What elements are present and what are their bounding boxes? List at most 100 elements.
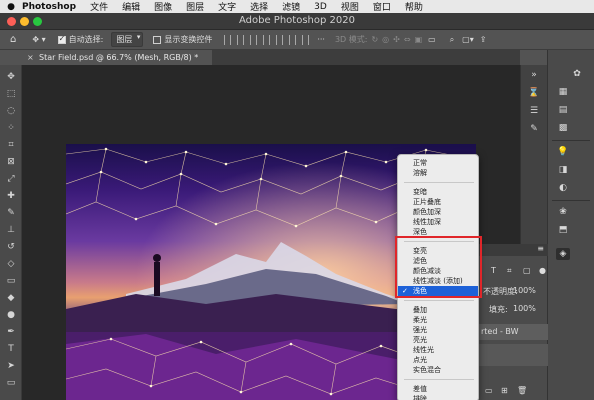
- history-brush-tool-icon[interactable]: ↺: [4, 240, 18, 254]
- filter-type-icon[interactable]: T: [491, 266, 496, 275]
- add-group-icon[interactable]: ▭: [485, 386, 493, 395]
- channels-panel-icon[interactable]: ❀: [556, 206, 570, 218]
- eyedropper-tool-icon[interactable]: ⤢: [4, 172, 18, 186]
- menu-app-name[interactable]: Photoshop: [22, 2, 76, 12]
- more-options-icon[interactable]: ···: [317, 35, 325, 44]
- gradients-panel-icon[interactable]: ▤: [556, 104, 570, 116]
- align-middle-icon[interactable]: [276, 34, 284, 45]
- menu-type[interactable]: 文字: [218, 0, 236, 13]
- layers-panel-icon[interactable]: ◈: [556, 248, 570, 260]
- blend-mode-item[interactable]: 点光: [398, 355, 478, 365]
- filter-smart-icon[interactable]: ▢: [523, 266, 531, 275]
- menu-window[interactable]: 窗口: [373, 0, 391, 13]
- close-tab-icon[interactable]: ×: [27, 50, 34, 65]
- adjustments-panel-icon[interactable]: ◨: [556, 164, 570, 176]
- align-left-icon[interactable]: [224, 34, 232, 45]
- home-icon[interactable]: ⌂: [10, 34, 16, 45]
- color-panel-icon[interactable]: ✿: [570, 68, 584, 80]
- healing-brush-tool-icon[interactable]: ✚: [4, 189, 18, 203]
- distribute-icon[interactable]: [302, 34, 310, 45]
- layer-row[interactable]: [477, 344, 548, 366]
- blend-mode-item[interactable]: 排除: [398, 394, 478, 400]
- menu-help[interactable]: 帮助: [405, 0, 423, 13]
- blend-mode-item[interactable]: 线性光: [398, 345, 478, 355]
- type-tool-icon[interactable]: T: [4, 342, 18, 356]
- blend-mode-item[interactable]: 线性加深: [398, 217, 478, 227]
- 3d-pan-icon[interactable]: ✣: [393, 35, 400, 44]
- brush-settings-icon[interactable]: ✎: [527, 123, 541, 135]
- 3d-rotate-icon[interactable]: ↻: [371, 35, 378, 44]
- blend-mode-item[interactable]: 正片叠底: [398, 197, 478, 207]
- 3d-slide-icon[interactable]: ⇔: [404, 35, 411, 44]
- 3d-scale-icon[interactable]: ▣: [415, 35, 423, 44]
- blur-tool-icon[interactable]: ◆: [4, 291, 18, 305]
- align-top-icon[interactable]: [263, 34, 271, 45]
- blend-mode-item[interactable]: 变暗: [398, 187, 478, 197]
- video-icon[interactable]: ▭: [428, 35, 436, 44]
- dock-separator: [552, 200, 590, 201]
- blend-mode-item[interactable]: 亮光: [398, 335, 478, 345]
- blend-mode-label: 叠加: [413, 306, 427, 314]
- opacity-row: 不透明度: 100%: [477, 286, 548, 298]
- crop-tool-icon[interactable]: ⌗: [4, 138, 18, 152]
- menu-3d[interactable]: 3D: [314, 2, 327, 12]
- layer-row[interactable]: rted - BW: [477, 324, 548, 340]
- 3d-roll-icon[interactable]: ◎: [382, 35, 389, 44]
- filter-shape-icon[interactable]: ⌗: [507, 266, 512, 276]
- document-tab[interactable]: × Star Field.psd @ 66.7% (Mesh, RGB/8) *: [22, 50, 212, 65]
- history-panel-icon[interactable]: ⌛: [527, 87, 541, 99]
- swatches-panel-icon[interactable]: ▦: [556, 86, 570, 98]
- menu-file[interactable]: 文件: [90, 0, 108, 13]
- blend-mode-item[interactable]: 溶解: [398, 168, 478, 178]
- delete-layer-icon[interactable]: 🗑: [517, 386, 527, 395]
- align-bottom-icon[interactable]: [289, 34, 297, 45]
- clone-stamp-tool-icon[interactable]: ⊥: [4, 223, 18, 237]
- blend-mode-item[interactable]: 正常: [398, 158, 478, 168]
- blend-mode-item[interactable]: 实色混合: [398, 365, 478, 375]
- fill-value[interactable]: 100%: [513, 304, 536, 313]
- dock-expand-icon[interactable]: »: [527, 69, 541, 81]
- dodge-tool-icon[interactable]: ●: [4, 308, 18, 322]
- path-selection-tool-icon[interactable]: ➤: [4, 359, 18, 373]
- blend-mode-item[interactable]: 柔光: [398, 315, 478, 325]
- patterns-panel-icon[interactable]: ▩: [556, 122, 570, 134]
- paths-panel-icon[interactable]: ⬒: [556, 224, 570, 236]
- apple-icon[interactable]: ●: [0, 2, 22, 12]
- pen-tool-icon[interactable]: ✒: [4, 325, 18, 339]
- menu-view[interactable]: 视图: [341, 0, 359, 13]
- menu-edit[interactable]: 编辑: [122, 0, 140, 13]
- align-right-icon[interactable]: [250, 34, 258, 45]
- auto-select-checkbox[interactable]: 自动选择:: [57, 34, 103, 45]
- panel-menu-icon[interactable]: ≡: [537, 244, 544, 253]
- properties-panel-icon[interactable]: ☰: [527, 105, 541, 117]
- artboard-tool-icon[interactable]: ⬚: [4, 87, 18, 101]
- menu-filter[interactable]: 滤镜: [282, 0, 300, 13]
- search-icon[interactable]: ⌕: [450, 35, 454, 45]
- quick-select-tool-icon[interactable]: ⁘: [4, 121, 18, 135]
- blend-mode-item[interactable]: 差值: [398, 384, 478, 394]
- blend-mode-item[interactable]: 强光: [398, 325, 478, 335]
- blend-mode-item[interactable]: 叠加: [398, 305, 478, 315]
- styles-panel-icon[interactable]: ◐: [556, 182, 570, 194]
- menu-image[interactable]: 图像: [154, 0, 172, 13]
- frame-tool-icon[interactable]: ⊠: [4, 155, 18, 169]
- brush-tool-icon[interactable]: ✎: [4, 206, 18, 220]
- move-tool-icon[interactable]: ✥: [4, 70, 18, 84]
- learn-panel-icon[interactable]: 💡: [556, 146, 570, 158]
- share-icon[interactable]: ⇪: [480, 35, 487, 44]
- eraser-tool-icon[interactable]: ◇: [4, 257, 18, 271]
- align-center-icon[interactable]: [237, 34, 245, 45]
- blend-mode-item[interactable]: 颜色加深: [398, 207, 478, 217]
- move-tool-icon[interactable]: ✥ ▾: [32, 35, 45, 44]
- lasso-tool-icon[interactable]: ◌: [4, 104, 18, 118]
- new-layer-icon[interactable]: ⊞: [501, 386, 508, 395]
- gradient-tool-icon[interactable]: ▭: [4, 274, 18, 288]
- menu-layer[interactable]: 图层: [186, 0, 204, 13]
- workspace-icon[interactable]: ▢▾: [462, 35, 474, 44]
- menu-select[interactable]: 选择: [250, 0, 268, 13]
- shape-tool-icon[interactable]: ▭: [4, 376, 18, 390]
- opacity-value[interactable]: 100%: [513, 286, 536, 295]
- show-transform-checkbox[interactable]: 显示变换控件: [153, 34, 212, 45]
- filter-toggle-icon[interactable]: ●: [539, 266, 546, 275]
- auto-select-dropdown[interactable]: 图层: [111, 32, 144, 47]
